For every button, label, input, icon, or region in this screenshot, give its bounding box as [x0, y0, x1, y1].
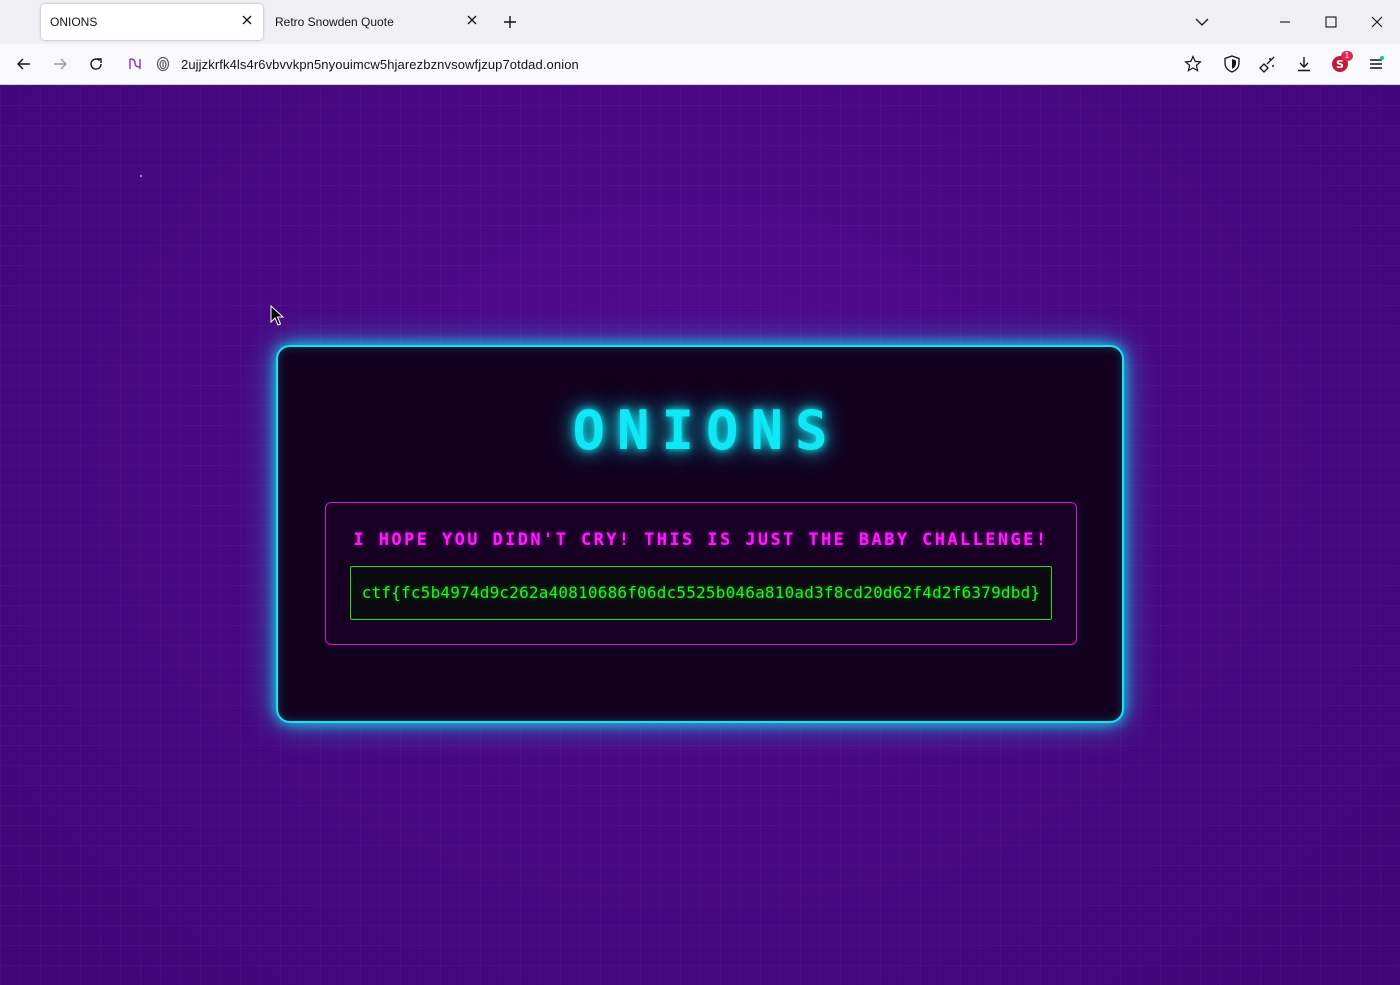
- minimize-window-icon[interactable]: [1275, 12, 1295, 32]
- onion-circuit-icon[interactable]: [125, 54, 145, 74]
- close-tab-icon[interactable]: [464, 12, 480, 28]
- shield-icon[interactable]: [1222, 54, 1242, 74]
- mouse-cursor-icon: [270, 305, 284, 326]
- downloads-icon[interactable]: [1294, 54, 1314, 74]
- message-panel: I HOPE YOU DIDN'T CRY! THIS IS JUST THE …: [325, 502, 1077, 645]
- tab-retro-snowden-quote[interactable]: Retro Snowden Quote: [266, 4, 486, 40]
- tab-strip: ONIONS Retro Snowden Quote: [0, 0, 1400, 44]
- challenge-message: I HOPE YOU DIDN'T CRY! THIS IS JUST THE …: [353, 530, 1049, 550]
- page-viewport: ONIONS I HOPE YOU DIDN'T CRY! THIS IS JU…: [0, 85, 1400, 985]
- page-title: ONIONS: [572, 399, 840, 462]
- close-window-icon[interactable]: [1367, 12, 1387, 32]
- tab-title: Retro Snowden Quote: [275, 15, 394, 29]
- new-tab-button[interactable]: [500, 12, 520, 32]
- maximize-window-icon[interactable]: [1321, 12, 1341, 32]
- bookmark-star-icon[interactable]: [1183, 54, 1203, 74]
- reload-icon[interactable]: [86, 54, 106, 74]
- decorative-dot: [140, 175, 142, 177]
- hamburger-menu-icon[interactable]: [1366, 54, 1386, 74]
- back-arrow-icon[interactable]: [14, 54, 34, 74]
- new-identity-broom-icon[interactable]: [1258, 54, 1278, 74]
- fingerprint-icon[interactable]: [153, 54, 173, 74]
- flag-text[interactable]: ctf{fc5b4974d9c262a40810686f06dc5525b046…: [351, 583, 1051, 602]
- tab-onions[interactable]: ONIONS: [41, 4, 263, 40]
- tab-title: ONIONS: [50, 15, 98, 29]
- forward-arrow-icon[interactable]: [50, 54, 70, 74]
- navigation-toolbar: 2ujjzkrfk4ls4r6vbvvkpn5nyouimcw5hjarezbz…: [0, 44, 1400, 85]
- challenge-card: ONIONS I HOPE YOU DIDN'T CRY! THIS IS JU…: [276, 345, 1124, 723]
- address-bar-url[interactable]: 2ujjzkrfk4ls4r6vbvvkpn5nyouimcw5hjarezbz…: [181, 57, 579, 72]
- close-tab-icon[interactable]: [239, 12, 255, 28]
- flag-container: ctf{fc5b4974d9c262a40810686f06dc5525b046…: [350, 566, 1052, 620]
- list-all-tabs-icon[interactable]: [1192, 12, 1212, 32]
- extension-badge: 1: [1341, 51, 1353, 61]
